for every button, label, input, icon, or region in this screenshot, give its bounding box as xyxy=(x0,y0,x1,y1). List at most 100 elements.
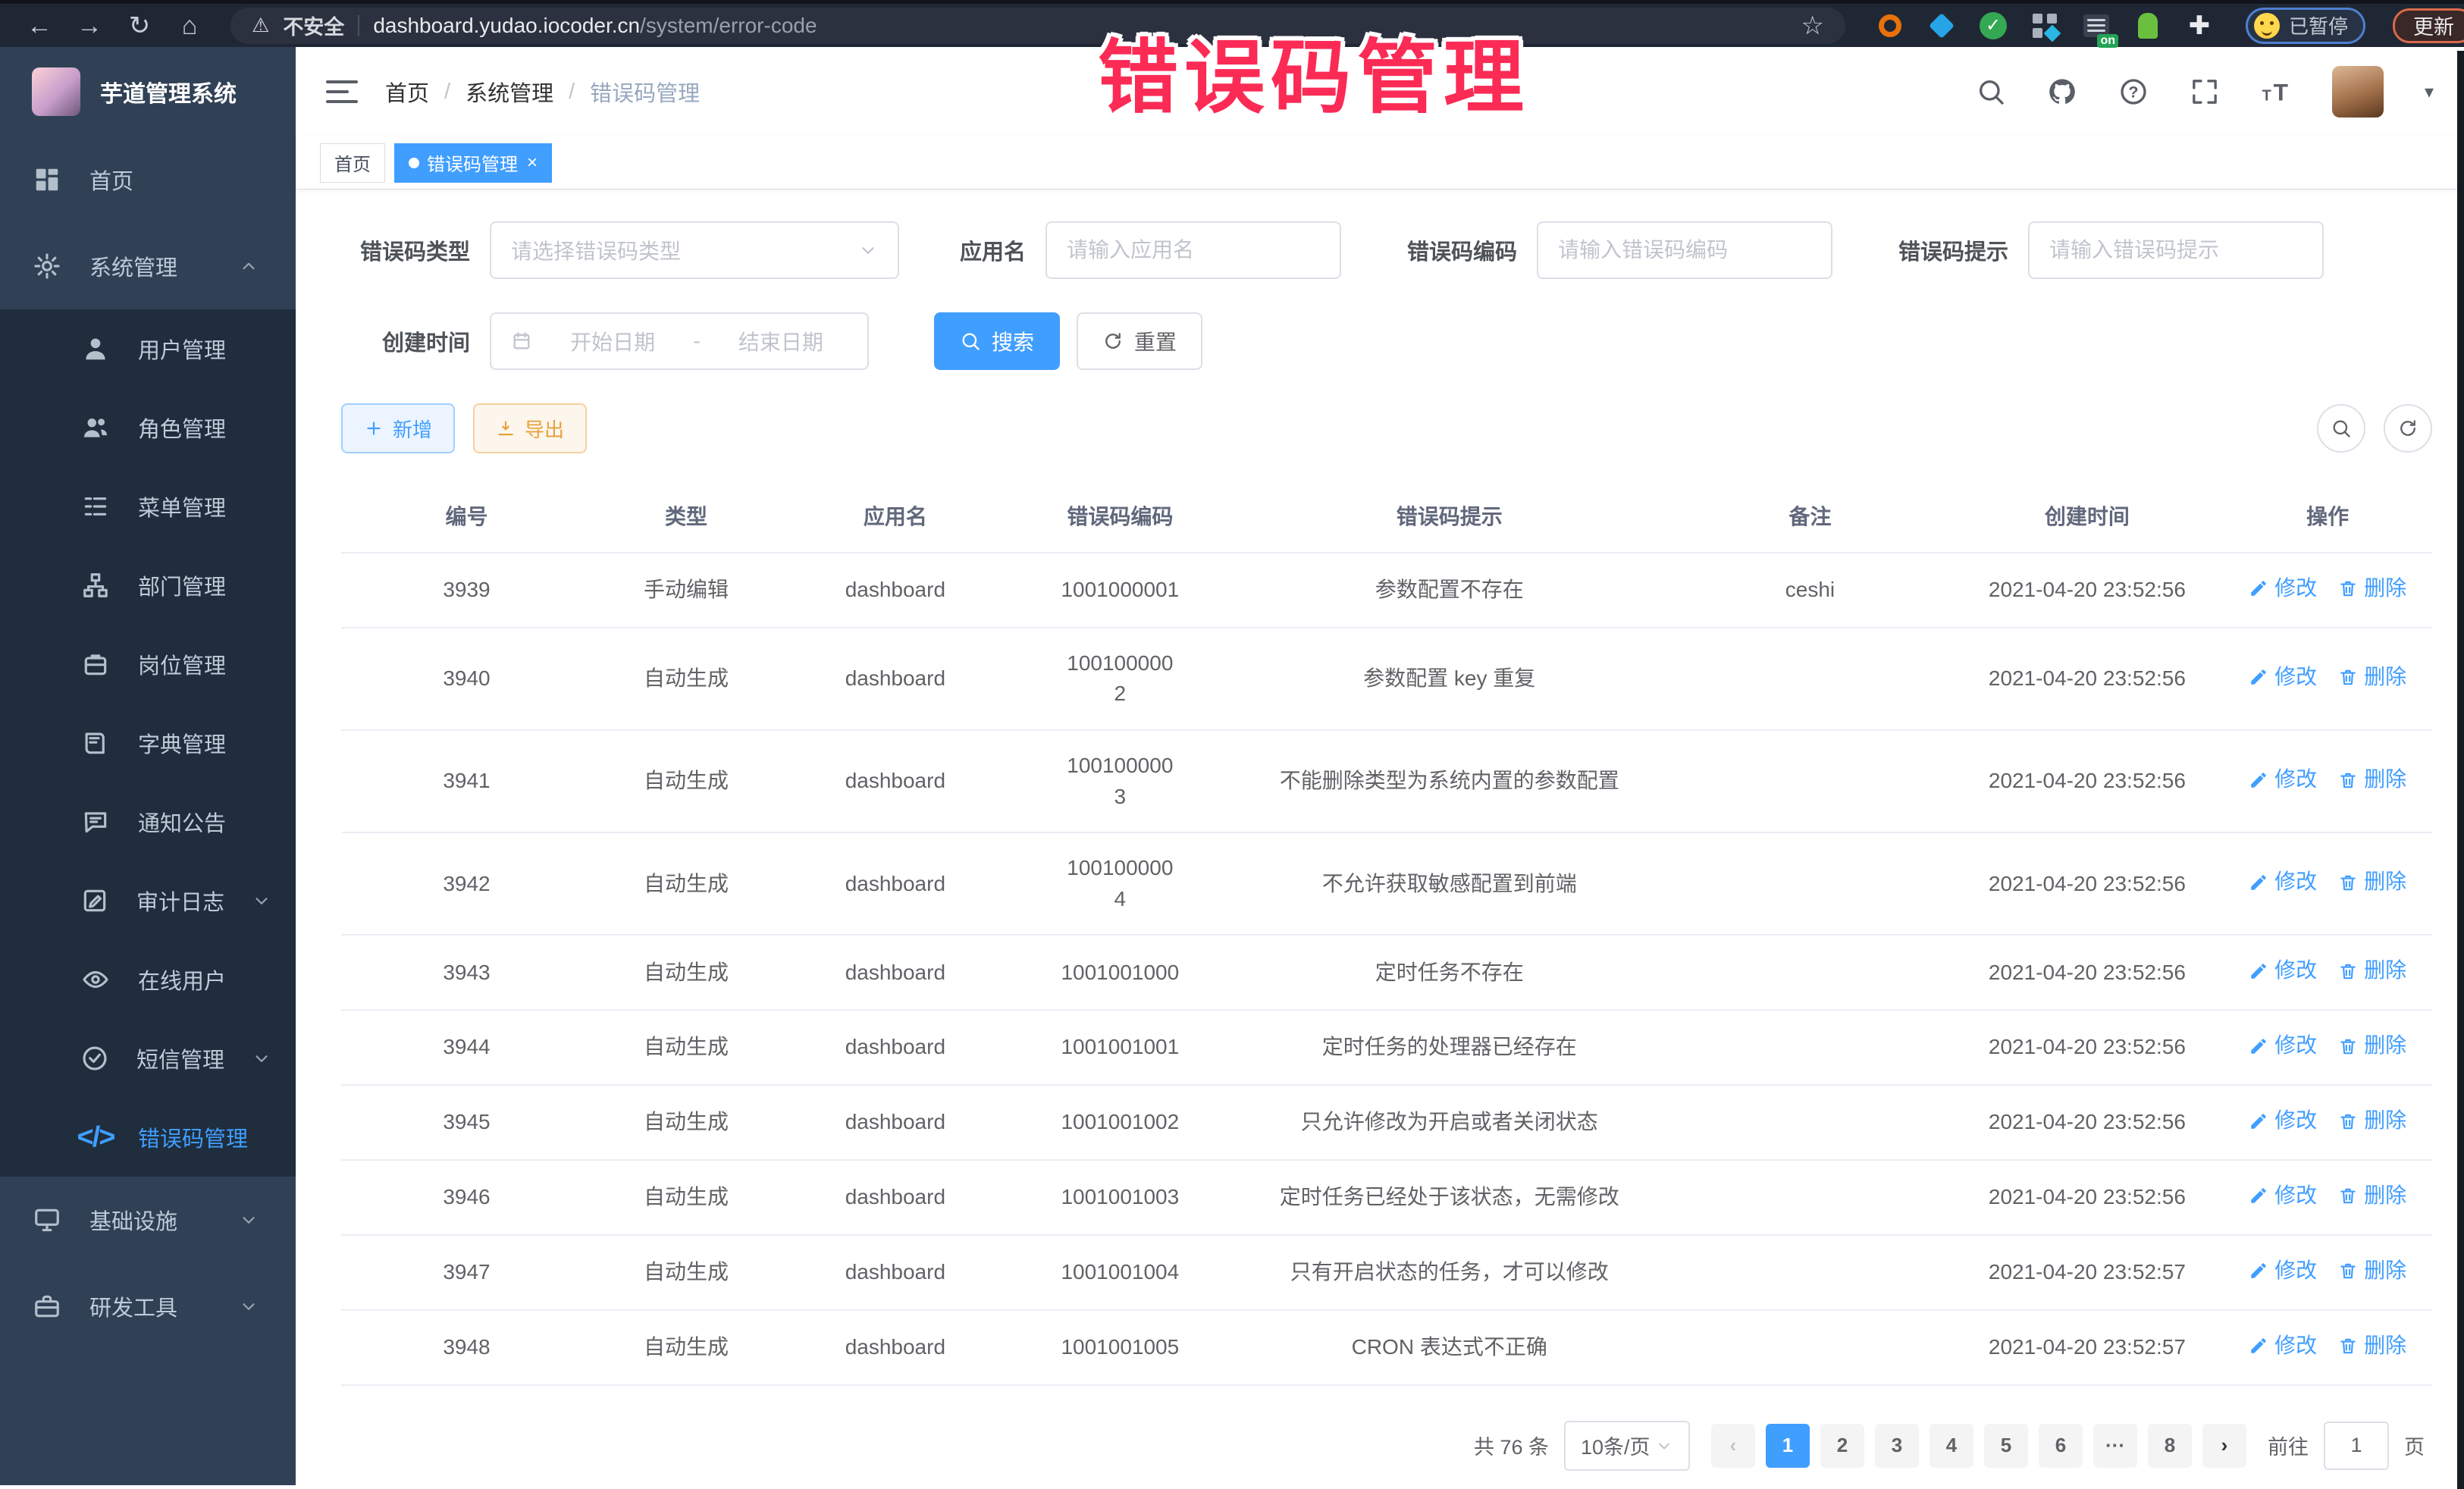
date-range-picker[interactable]: 开始日期 - 结束日期 xyxy=(490,312,869,370)
extension-icon-orange-ring[interactable] xyxy=(1874,10,1906,42)
page-button-5[interactable]: 5 xyxy=(1984,1424,2028,1468)
sidebar-item-notice-announcement[interactable]: 通知公告 xyxy=(0,782,296,861)
sidebar-item-menu-management[interactable]: 菜单管理 xyxy=(0,467,296,546)
app-name-input[interactable] xyxy=(1045,221,1341,279)
page-button-3[interactable]: 3 xyxy=(1875,1424,1919,1468)
edit-link[interactable]: 修改 xyxy=(2249,1255,2317,1287)
goto-label: 前往 xyxy=(2268,1431,2309,1460)
github-icon[interactable] xyxy=(2047,77,2077,107)
delete-link[interactable]: 删除 xyxy=(2338,1105,2406,1136)
refresh-table-button[interactable] xyxy=(2384,404,2432,453)
page-button-4[interactable]: 4 xyxy=(1930,1424,1973,1468)
delete-link[interactable]: 删除 xyxy=(2338,764,2406,795)
pager-more[interactable]: ··· xyxy=(2093,1424,2137,1468)
help-icon[interactable]: ? xyxy=(2118,77,2149,107)
edit-link[interactable]: 修改 xyxy=(2249,764,2317,795)
sidebar-item-dev-tools[interactable]: 研发工具 xyxy=(0,1263,296,1350)
hamburger-icon[interactable] xyxy=(326,79,358,105)
filter-error-code: 错误码编码 xyxy=(1388,221,1832,279)
extension-icon-blue-gem[interactable] xyxy=(1926,10,1958,42)
extension-icon-grid[interactable] xyxy=(2029,10,2061,42)
error-message-input[interactable] xyxy=(2028,221,2324,279)
fullscreen-icon[interactable] xyxy=(2190,77,2220,107)
search-icon[interactable] xyxy=(1976,77,2006,107)
next-page-button[interactable]: › xyxy=(2202,1424,2246,1468)
filter-row-1: 错误码类型 请选择错误码类型 应用名 错误码编码 错误码提示 xyxy=(341,221,2432,279)
extension-icon-green-check[interactable]: ✓ xyxy=(1977,10,2009,42)
online-icon xyxy=(80,965,111,994)
sidebar-item-post-management[interactable]: 岗位管理 xyxy=(0,625,296,704)
sidebar-item-label: 通知公告 xyxy=(138,806,264,838)
sidebar-item-role-management[interactable]: 角色管理 xyxy=(0,388,296,467)
edit-link[interactable]: 修改 xyxy=(2249,1030,2317,1061)
reset-button[interactable]: 重置 xyxy=(1077,312,1202,370)
toggle-search-button[interactable] xyxy=(2317,404,2365,453)
sidebar-item-infrastructure[interactable]: 基础设施 xyxy=(0,1177,296,1263)
bookmark-star-icon[interactable]: ☆ xyxy=(1801,11,1824,41)
address-bar[interactable]: ⚠ 不安全 dashboard.yudao.iocoder.cn/system/… xyxy=(230,8,1845,44)
paused-extension-pill[interactable]: 已暂停 xyxy=(2246,8,2365,44)
tab-home[interactable]: 首页 xyxy=(320,143,385,183)
sidebar-item-home[interactable]: 首页 xyxy=(0,136,296,223)
search-button[interactable]: 搜索 xyxy=(934,312,1060,370)
export-button[interactable]: 导出 xyxy=(473,403,587,453)
tags-view-bar: 首页 错误码管理 × xyxy=(296,136,2464,190)
sidebar-item-online-users[interactable]: 在线用户 xyxy=(0,940,296,1019)
close-icon[interactable]: × xyxy=(527,152,538,174)
delete-link[interactable]: 删除 xyxy=(2338,955,2406,986)
window-edge xyxy=(2457,51,2464,1489)
delete-link[interactable]: 删除 xyxy=(2338,1331,2406,1362)
browser-back-icon[interactable]: ← xyxy=(18,8,61,44)
edit-link[interactable]: 修改 xyxy=(2249,662,2317,693)
sidebar-item-system-management[interactable]: 系统管理 xyxy=(0,223,296,309)
cell-actions: 修改删除 xyxy=(2223,1010,2432,1085)
browser-forward-icon[interactable]: → xyxy=(68,8,111,44)
browser-home-icon[interactable]: ⌂ xyxy=(168,8,211,44)
user-avatar[interactable] xyxy=(2332,66,2384,118)
delete-link[interactable]: 删除 xyxy=(2338,1030,2406,1061)
app-logo-row[interactable]: 芋道管理系统 xyxy=(0,47,296,136)
delete-link[interactable]: 删除 xyxy=(2338,867,2406,898)
sidebar-item-dept-management[interactable]: 部门管理 xyxy=(0,546,296,625)
delete-link[interactable]: 删除 xyxy=(2338,573,2406,604)
edit-link[interactable]: 修改 xyxy=(2249,573,2317,604)
error-code-table: 编号类型应用名错误码编码错误码提示备注创建时间操作 3939手动编辑dashbo… xyxy=(341,479,2432,1386)
extension-icon-list[interactable]: on xyxy=(2080,10,2112,42)
page-button-6[interactable]: 6 xyxy=(2039,1424,2083,1468)
add-button[interactable]: 新增 xyxy=(341,403,455,453)
font-size-icon[interactable]: TT xyxy=(2261,77,2291,107)
prev-page-button[interactable]: ‹ xyxy=(1711,1424,1755,1468)
breadcrumb-home[interactable]: 首页 xyxy=(385,76,429,108)
extension-icon-green-figure[interactable] xyxy=(2132,10,2164,42)
browser-update-button[interactable]: 更新 xyxy=(2393,8,2464,43)
error-code-input[interactable] xyxy=(1537,221,1832,279)
edit-link[interactable]: 修改 xyxy=(2249,955,2317,986)
edit-link[interactable]: 修改 xyxy=(2249,1180,2317,1212)
error-type-select[interactable]: 请选择错误码类型 xyxy=(490,221,899,279)
page-button-1[interactable]: 1 xyxy=(1766,1424,1810,1468)
goto-page-input[interactable] xyxy=(2324,1422,2389,1470)
page-button-8[interactable]: 8 xyxy=(2148,1424,2192,1468)
browser-reload-icon[interactable]: ↻ xyxy=(118,8,161,44)
sidebar-item-user-management[interactable]: 用户管理 xyxy=(0,309,296,388)
tab-error-code[interactable]: 错误码管理 × xyxy=(394,143,552,183)
sidebar-item-dict-management[interactable]: 字典管理 xyxy=(0,704,296,782)
extensions-puzzle-icon[interactable]: ✚ xyxy=(2183,10,2215,42)
delete-link[interactable]: 删除 xyxy=(2338,662,2406,693)
sidebar-item-error-code-management[interactable]: </>错误码管理 xyxy=(0,1098,296,1177)
breadcrumb-system[interactable]: 系统管理 xyxy=(466,76,553,108)
edit-link[interactable]: 修改 xyxy=(2249,867,2317,898)
svg-text:?: ? xyxy=(2128,83,2138,102)
sidebar-item-sms-management[interactable]: 短信管理 xyxy=(0,1019,296,1098)
page-size-select[interactable]: 10条/页 xyxy=(1564,1421,1690,1471)
delete-link[interactable]: 删除 xyxy=(2338,1255,2406,1287)
edit-link[interactable]: 修改 xyxy=(2249,1331,2317,1362)
tab-label: 错误码管理 xyxy=(427,149,518,176)
org-icon xyxy=(80,571,111,600)
delete-link[interactable]: 删除 xyxy=(2338,1180,2406,1212)
edit-link[interactable]: 修改 xyxy=(2249,1105,2317,1136)
avatar-caret-icon[interactable]: ▾ xyxy=(2425,81,2434,103)
page-button-2[interactable]: 2 xyxy=(1820,1424,1864,1468)
cell-actions: 修改删除 xyxy=(2223,1085,2432,1160)
sidebar-item-audit-log[interactable]: 审计日志 xyxy=(0,861,296,940)
